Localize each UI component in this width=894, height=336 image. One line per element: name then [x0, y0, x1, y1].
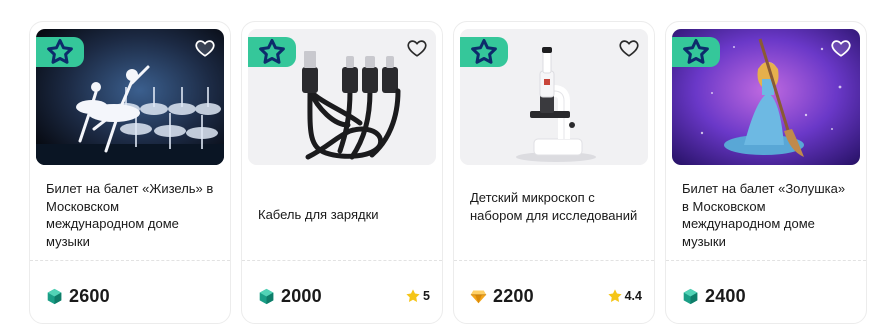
product-image-cable[interactable]	[248, 29, 436, 165]
heart-icon[interactable]	[618, 37, 640, 59]
product-title[interactable]: Детский микроскоп с набором для исследов…	[470, 189, 642, 224]
product-title[interactable]: Кабель для зарядки	[258, 206, 430, 224]
rating-value: 4.4	[624, 289, 642, 303]
product-card-giselle[interactable]: Билет на балет «Жизель» в Московском меж…	[29, 21, 231, 324]
rating: 5	[405, 288, 430, 304]
price-row: 2600	[46, 284, 218, 308]
price-row: 2400	[682, 284, 854, 308]
teal-gem-icon	[46, 288, 63, 305]
favorite-badge	[460, 37, 508, 67]
price-value: 2600	[69, 285, 110, 306]
favorite-badge	[36, 37, 84, 67]
price-row: 2000 5	[258, 284, 430, 308]
card-divider	[454, 260, 654, 261]
badge-star-icon	[259, 39, 285, 64]
badge-star-icon	[47, 39, 73, 64]
badge-star-icon	[683, 39, 709, 64]
card-divider	[30, 260, 230, 261]
rating-value: 5	[423, 289, 430, 303]
product-title[interactable]: Билет на балет «Жизель» в Московском меж…	[46, 180, 218, 250]
card-divider	[666, 260, 866, 261]
product-card-microscope[interactable]: Детский микроскоп с набором для исследов…	[453, 21, 655, 324]
rating-star-icon	[405, 288, 421, 304]
rating: 4.4	[607, 288, 642, 304]
teal-gem-icon	[682, 288, 699, 305]
favorite-badge	[248, 37, 296, 67]
price-row: 2200 4.4	[470, 284, 642, 308]
product-image-ballet-cinderella[interactable]	[672, 29, 860, 165]
price-value: 2200	[493, 285, 534, 306]
heart-icon[interactable]	[406, 37, 428, 59]
product-image-microscope[interactable]	[460, 29, 648, 165]
favorite-badge	[672, 37, 720, 67]
badge-star-icon	[471, 39, 497, 64]
price-value: 2000	[281, 285, 322, 306]
product-image-ballet-giselle[interactable]	[36, 29, 224, 165]
teal-gem-icon	[258, 288, 275, 305]
product-title[interactable]: Билет на балет «Золушка» в Московском ме…	[682, 180, 854, 250]
gold-gem-icon	[470, 288, 487, 305]
product-card-cable[interactable]: Кабель для зарядки 2000 5	[241, 21, 443, 324]
price-value: 2400	[705, 285, 746, 306]
heart-icon[interactable]	[194, 37, 216, 59]
card-divider	[242, 260, 442, 261]
product-card-cinderella[interactable]: Билет на балет «Золушка» в Московском ме…	[665, 21, 867, 324]
heart-icon[interactable]	[830, 37, 852, 59]
rating-star-icon	[607, 288, 623, 304]
